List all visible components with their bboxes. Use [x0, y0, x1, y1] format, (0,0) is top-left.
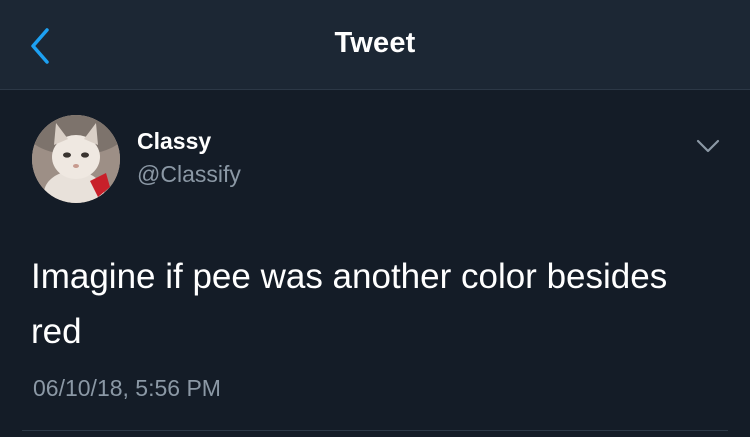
cat-avatar-image: [32, 115, 120, 203]
tweet-timestamp: 06/10/18, 5:56 PM: [33, 375, 221, 401]
tweet-card: Classy @Classify Imagine if pee was anot…: [0, 90, 750, 437]
page-title: Tweet: [334, 27, 416, 59]
author-display-name[interactable]: Classy: [137, 128, 211, 155]
tweet-detail-screen: Tweet Classy @Classify Imagine if pee wa…: [0, 0, 750, 437]
avatar[interactable]: [32, 115, 120, 203]
tweet-text: Imagine if pee was another color besides…: [31, 257, 668, 351]
navigation-bar: Tweet: [0, 0, 750, 90]
chevron-down-icon: [696, 139, 720, 153]
author-handle[interactable]: @Classify: [137, 161, 241, 188]
divider: [22, 430, 728, 431]
tweet-menu-button[interactable]: [694, 136, 722, 156]
